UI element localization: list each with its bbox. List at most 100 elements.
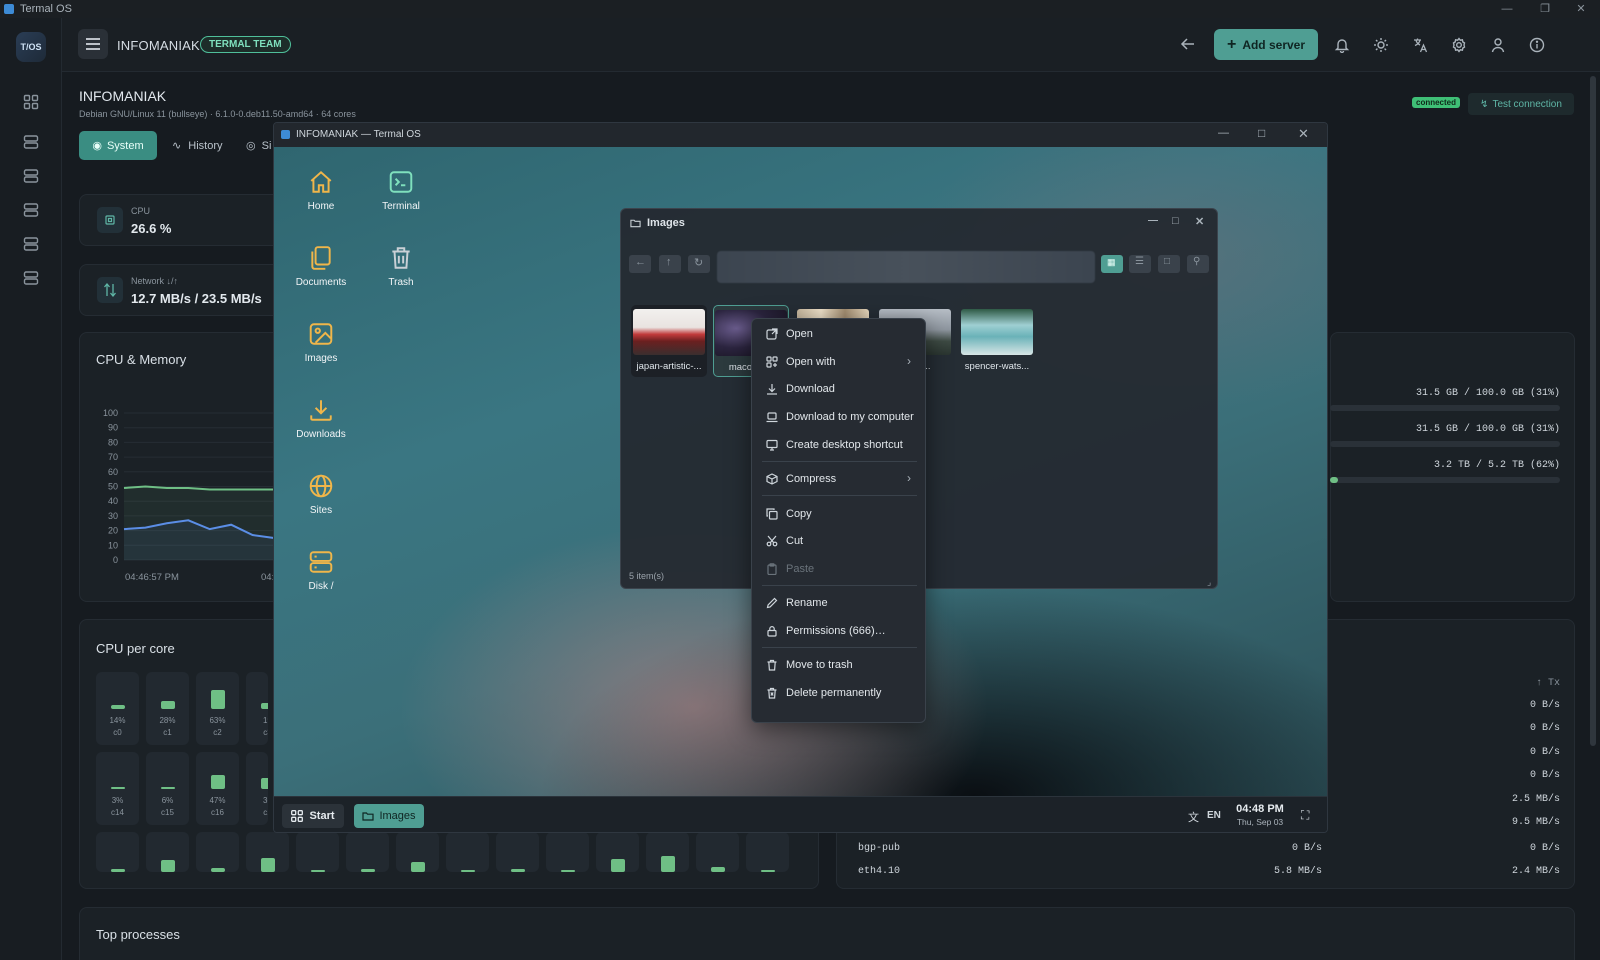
- taskbar-images-button[interactable]: Images: [354, 804, 424, 828]
- tx-value: 0 B/s: [1529, 770, 1560, 781]
- user-icon[interactable]: [1490, 37, 1506, 53]
- translate-icon[interactable]: 文: [1188, 809, 1199, 825]
- server-icon[interactable]: [23, 202, 39, 218]
- window-minimize-icon[interactable]: —: [1218, 127, 1229, 139]
- bell-icon[interactable]: [1334, 37, 1350, 53]
- menu-item-label: Copy: [786, 508, 812, 520]
- resize-handle[interactable]: ⌟: [1207, 577, 1211, 588]
- server-subtitle: Debian GNU/Linux 11 (bullseye) · 6.1.0-0…: [79, 109, 356, 119]
- mem-row-1: 31.5 GB / 100.0 GB (31%): [1415, 388, 1560, 399]
- menu-item-open-with[interactable]: Open with ›: [752, 351, 925, 373]
- server-icon[interactable]: [23, 270, 39, 286]
- file-item[interactable]: japan-artistic-...: [631, 305, 707, 377]
- desktop-downloads[interactable]: Downloads: [281, 397, 361, 440]
- new-folder-button[interactable]: □: [1158, 255, 1180, 273]
- core-tile: [596, 832, 639, 872]
- cpu-per-core-title: CPU per core: [96, 641, 175, 656]
- test-connection-button[interactable]: ↯ Test connection: [1468, 93, 1574, 115]
- menu-separator: [762, 461, 917, 462]
- top-processes-card: Top processes: [79, 907, 1575, 960]
- images-window-titlebar[interactable]: Images — □ ✕: [621, 209, 1217, 237]
- menu-item-label: Compress: [786, 473, 837, 485]
- language-indicator[interactable]: EN: [1207, 810, 1221, 821]
- arrow-left-icon[interactable]: [1180, 36, 1196, 52]
- up-button[interactable]: ↑: [659, 255, 681, 273]
- gear-icon[interactable]: [1451, 37, 1467, 53]
- images-close-icon[interactable]: ✕: [1195, 215, 1204, 228]
- back-button[interactable]: ←: [629, 255, 651, 273]
- laptop-icon: [766, 412, 778, 423]
- desktop-images[interactable]: Images: [281, 321, 361, 364]
- menu-item-delete-permanently[interactable]: Delete permanently: [752, 682, 925, 704]
- core-percent: 19: [263, 716, 268, 725]
- restore-icon[interactable]: ❐: [1526, 0, 1564, 18]
- download-icon: [310, 400, 332, 421]
- core-percent: 3%: [111, 796, 124, 805]
- menu-item-permissions[interactable]: Permissions (666)…: [752, 620, 925, 642]
- menu-item-label: Permissions (666)…: [786, 625, 886, 637]
- tab-system[interactable]: ◉ System: [79, 131, 157, 160]
- grid-icon: ▦: [1107, 257, 1116, 267]
- menu-item-move-to-trash[interactable]: Move to trash: [752, 654, 925, 676]
- close-icon[interactable]: ✕: [1562, 0, 1600, 18]
- list-view-button[interactable]: ☰: [1129, 255, 1151, 273]
- menu-button[interactable]: [78, 29, 108, 59]
- start-button[interactable]: Start: [282, 804, 344, 828]
- desktop-sites[interactable]: Sites: [281, 473, 361, 516]
- menu-item-label: Download: [786, 383, 835, 395]
- clock-date: Thu, Sep 03: [1236, 817, 1284, 827]
- menu-item-label: Paste: [786, 563, 815, 575]
- y-tick-label: 100: [103, 408, 118, 418]
- desktop-trash[interactable]: Trash: [361, 245, 441, 288]
- window-close-icon[interactable]: ✕: [1298, 126, 1309, 142]
- server-icon[interactable]: [23, 168, 39, 184]
- page-scrollbar[interactable]: [1590, 76, 1596, 746]
- info-icon[interactable]: [1529, 37, 1545, 53]
- search-button[interactable]: ⚲: [1187, 255, 1209, 273]
- window-titlebar[interactable]: INFOMANIAK — Termal OS — □ ✕: [274, 123, 1327, 147]
- menu-item-cut[interactable]: Cut: [752, 530, 925, 552]
- top-header: INFOMANIAK TERMAL TEAM + Add server: [62, 18, 1600, 72]
- refresh-button[interactable]: ↻: [688, 255, 710, 273]
- grid-view-button[interactable]: ▦: [1101, 255, 1123, 273]
- sun-icon[interactable]: [1373, 37, 1389, 53]
- external-link-icon: [766, 328, 778, 340]
- tab-history[interactable]: ∿ History: [172, 139, 223, 152]
- menu-item-rename[interactable]: Rename: [752, 592, 925, 614]
- server-icon[interactable]: [23, 236, 39, 252]
- menu-item-compress[interactable]: Compress ›: [752, 468, 925, 490]
- add-server-button[interactable]: + Add server: [1214, 29, 1318, 60]
- core-tile: [496, 832, 539, 872]
- globe-icon: [309, 474, 333, 498]
- brand-logo[interactable]: T/OS: [16, 32, 46, 62]
- team-badge[interactable]: TERMAL TEAM: [200, 36, 291, 53]
- core-bar: [161, 787, 175, 789]
- menu-item-label: Open: [786, 328, 813, 340]
- desktop-home[interactable]: Home: [281, 169, 361, 212]
- fullscreen-icon[interactable]: ⛶: [1301, 808, 1309, 823]
- minimize-icon[interactable]: —: [1488, 0, 1526, 18]
- translate-icon[interactable]: [1412, 37, 1428, 53]
- menu-item-download-to-computer[interactable]: Download to my computer: [752, 406, 925, 428]
- desktop-terminal[interactable]: Terminal: [361, 169, 441, 212]
- tab-sites[interactable]: ◎ Si: [246, 139, 271, 152]
- grid-icon[interactable]: [23, 94, 39, 110]
- menu-item-download[interactable]: Download: [752, 378, 925, 400]
- menu-item-label: Move to trash: [786, 659, 853, 671]
- core-bar: [461, 870, 475, 872]
- menu-item-open[interactable]: Open: [752, 323, 925, 345]
- path-bar[interactable]: [717, 251, 1095, 283]
- file-item[interactable]: spencer-wats...: [959, 305, 1035, 377]
- desktop-disk[interactable]: Disk /: [281, 549, 361, 592]
- disk-row: 3.2 TB / 5.2 TB (62%): [1433, 460, 1560, 471]
- menu-item-create-shortcut[interactable]: Create desktop shortcut: [752, 434, 925, 456]
- y-tick-label: 50: [108, 482, 118, 492]
- menu-item-copy[interactable]: Copy: [752, 503, 925, 525]
- server-icon[interactable]: [23, 134, 39, 150]
- images-maximize-icon[interactable]: □: [1172, 215, 1179, 227]
- window-maximize-icon[interactable]: □: [1258, 126, 1265, 140]
- images-minimize-icon[interactable]: —: [1148, 215, 1158, 226]
- core-bar: [211, 774, 225, 789]
- desktop-documents[interactable]: Documents: [281, 245, 361, 288]
- start-label: Start: [309, 810, 335, 822]
